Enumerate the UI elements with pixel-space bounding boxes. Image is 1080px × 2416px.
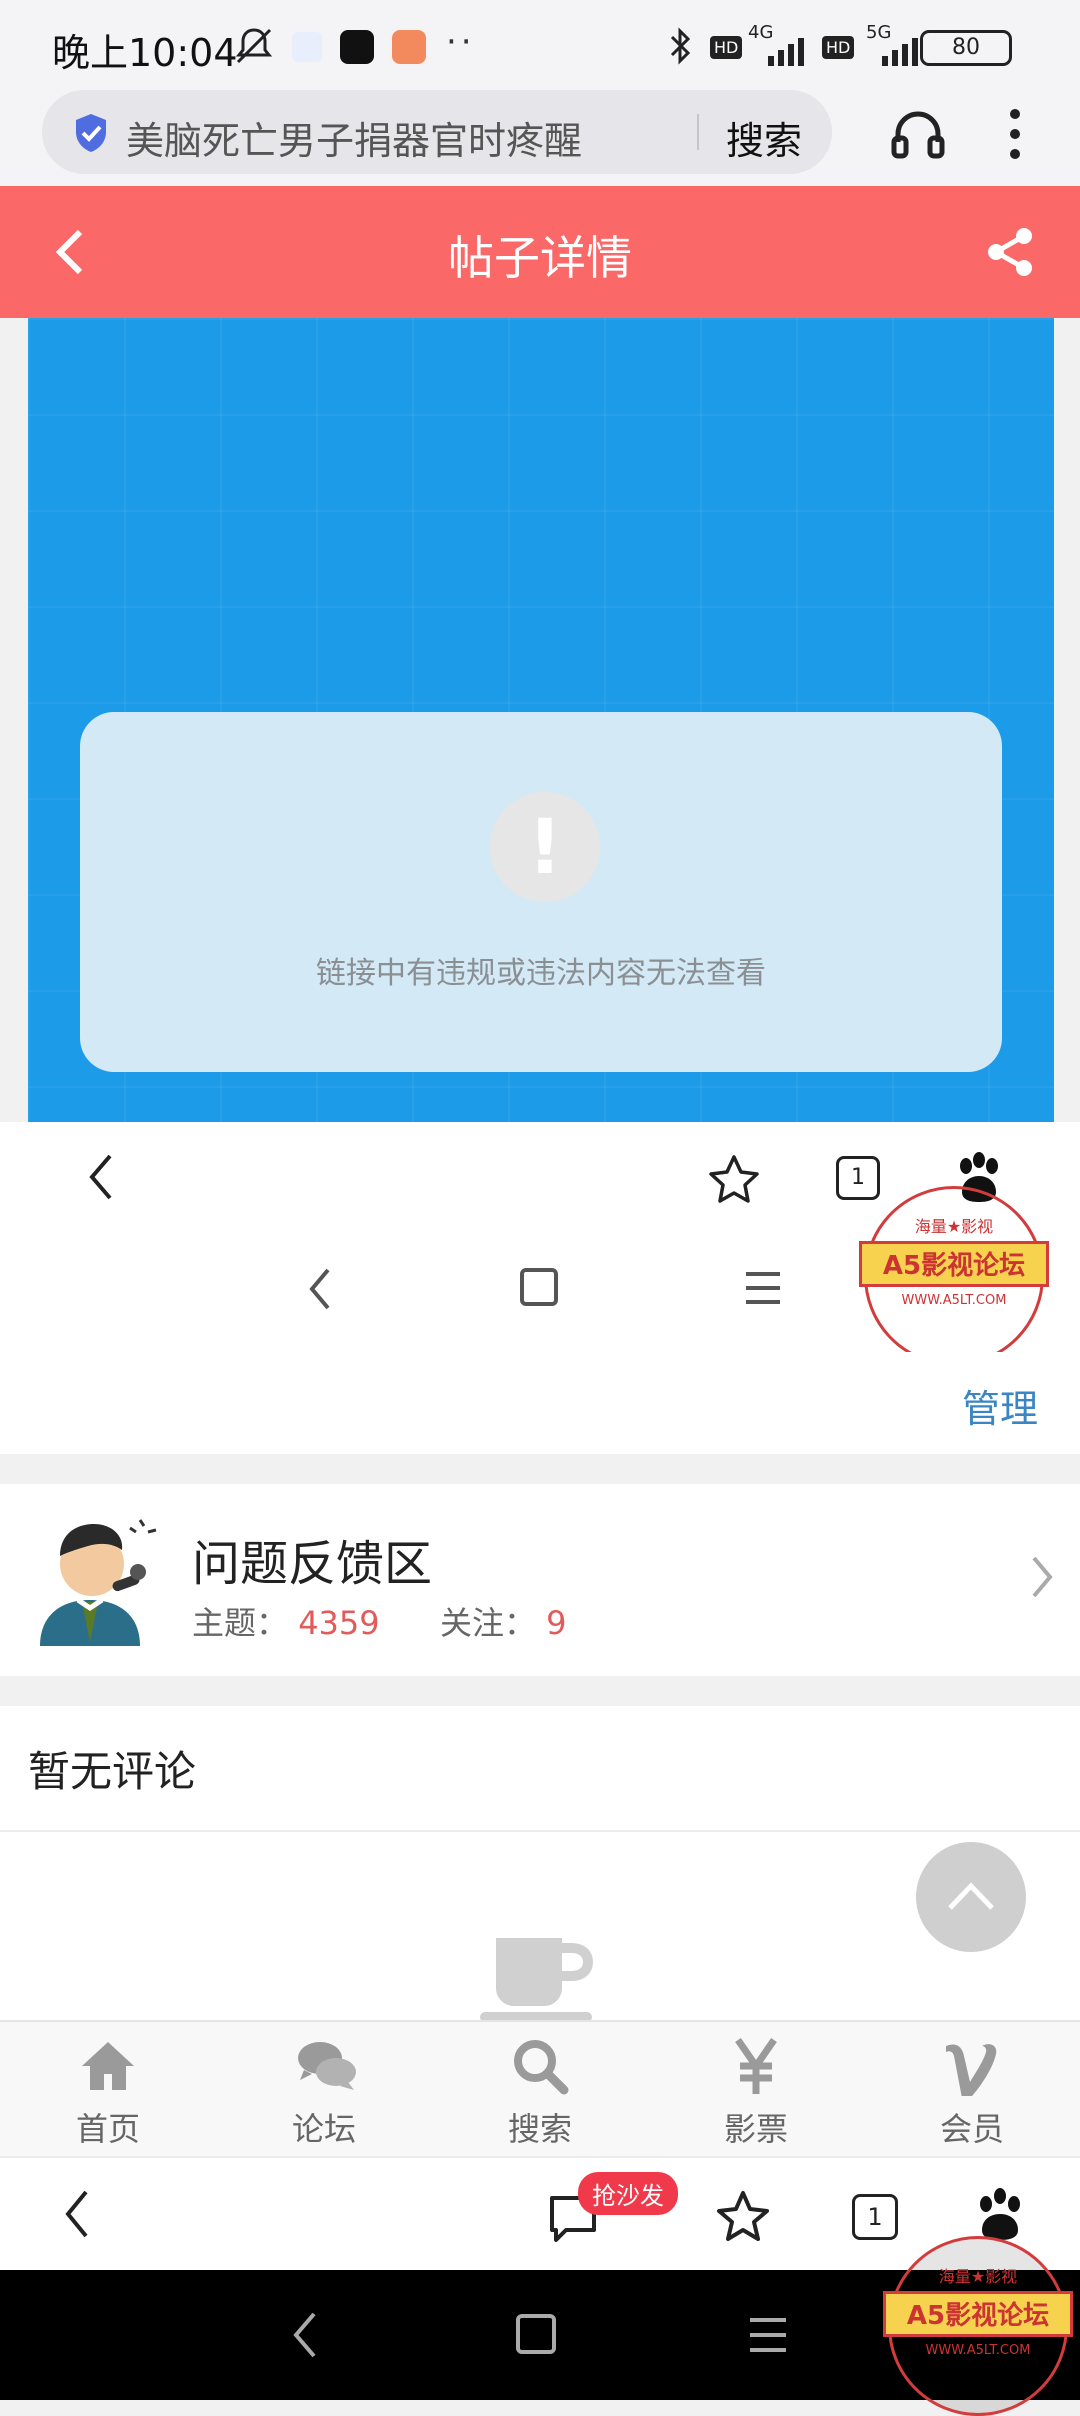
manage-bar: 管理: [0, 1352, 1080, 1454]
tab-label: 影票: [723, 2110, 788, 2148]
watermark-url: WWW.A5LT.COM: [925, 2343, 1031, 2358]
blocked-content-area: ! 链接中有违规或违法内容无法查看: [28, 318, 1054, 1122]
app-notification-icon: [292, 32, 322, 62]
tab-label: 会员: [939, 2110, 1004, 2148]
hd-badge: HD: [710, 36, 743, 59]
bottom-tab-bar: 首页 论坛 搜索 影票 会员: [0, 2020, 1080, 2156]
status-bar: 晚上10:04 ·· HD 4G HD 5G 80: [0, 0, 1080, 90]
share-icon[interactable]: [986, 226, 1034, 278]
status-time: 晚上10:04: [52, 31, 238, 75]
tiktok-notification-icon: [340, 30, 374, 64]
embedded-star-icon[interactable]: [708, 1154, 760, 1204]
forum-card[interactable]: 问题反馈区 主题： 4359 关注： 9: [0, 1484, 1080, 1676]
bookmark-star-icon[interactable]: [716, 2190, 770, 2242]
no-comments-label: 暂无评论: [28, 1747, 197, 1796]
search-button[interactable]: 搜索: [726, 110, 802, 165]
embedded-tab-count[interactable]: 1: [836, 1156, 880, 1200]
sofa-badge[interactable]: 抢沙发: [578, 2172, 678, 2215]
yen-icon: [726, 2036, 786, 2096]
watermark-logo-bottom: 海量★影视 A5影视论坛 WWW.A5LT.COM: [883, 2236, 1073, 2416]
page-header: 帖子详情: [0, 186, 1080, 318]
watermark-logo: 海量★影视 A5影视论坛 WWW.A5LT.COM: [859, 1186, 1049, 1366]
hd-badge-2: HD: [822, 36, 855, 59]
watermark-title: A5影视论坛: [859, 1241, 1049, 1287]
topics-label: 主题：: [192, 1604, 289, 1642]
forum-avatar: [30, 1510, 160, 1646]
system-home-icon[interactable]: [516, 2314, 556, 2354]
page-title: 帖子详情: [448, 231, 632, 285]
tab-vip[interactable]: 会员: [864, 2022, 1080, 2158]
search-box[interactable]: 美脑死亡男子捐器官时疼醒 搜索: [42, 90, 832, 174]
comments-divider: [0, 1830, 1080, 1832]
vip-icon: [942, 2036, 1002, 2096]
chevron-up-icon: [946, 1878, 996, 1912]
tab-home[interactable]: 首页: [0, 2022, 216, 2158]
browser-bar: 美脑死亡男子捐器官时疼醒 搜索: [0, 90, 1080, 186]
search-input[interactable]: 美脑死亡男子捐器官时疼醒: [126, 110, 582, 165]
topics-count: 4359: [298, 1604, 380, 1642]
scroll-to-top-button[interactable]: [916, 1842, 1026, 1952]
tab-tickets[interactable]: 影票: [648, 2022, 864, 2158]
browser-back-icon[interactable]: [62, 2188, 92, 2240]
app-notification-icon-2: [392, 30, 426, 64]
forum-icon: [294, 2036, 356, 2096]
signal-icon-1: [766, 34, 812, 66]
watermark-url: WWW.A5LT.COM: [901, 1293, 1007, 1308]
follow-label: 关注：: [439, 1604, 536, 1642]
tab-label: 搜索: [507, 2110, 572, 2148]
manage-link[interactable]: 管理: [962, 1378, 1038, 1433]
warning-icon: !: [490, 792, 600, 902]
mute-icon: [232, 24, 276, 68]
headphones-icon[interactable]: [888, 104, 948, 164]
more-menu-icon[interactable]: [1000, 104, 1030, 164]
battery-indicator: 80: [920, 30, 1012, 66]
comments-section: 暂无评论: [0, 1706, 1080, 2020]
watermark-top-text: 海量★影视: [914, 1217, 994, 1236]
tab-label: 论坛: [291, 2110, 356, 2148]
embedded-nav-back-icon: [304, 1266, 334, 1312]
browser-bottom-bar: 抢沙发 1: [0, 2156, 1080, 2270]
tab-search[interactable]: 搜索: [432, 2022, 648, 2158]
watermark-top-text: 海量★影视: [938, 2267, 1018, 2286]
baidu-icon[interactable]: [974, 2188, 1026, 2242]
bluetooth-icon: [668, 26, 694, 66]
embedded-nav-home-icon: [520, 1268, 558, 1306]
more-notifications-icon: ··: [446, 22, 476, 62]
system-back-icon[interactable]: [288, 2310, 320, 2360]
chevron-right-icon: [1030, 1554, 1056, 1600]
watermark-title: A5影视论坛: [883, 2291, 1073, 2337]
shield-icon: [72, 112, 110, 154]
follow-count: 9: [546, 1604, 567, 1642]
embedded-back-icon[interactable]: [86, 1152, 116, 1202]
tab-label: 首页: [75, 2110, 140, 2148]
forum-name: 问题反馈区: [192, 1536, 433, 1592]
blocked-message: 链接中有违规或违法内容无法查看: [316, 956, 766, 991]
search-divider: [697, 114, 699, 150]
embedded-nav-menu-icon: [744, 1270, 782, 1306]
coffee-cup-icon: [476, 1928, 600, 2020]
tab-forum[interactable]: 论坛: [216, 2022, 432, 2158]
blocked-notice-card: ! 链接中有违规或违法内容无法查看: [80, 712, 1002, 1072]
system-menu-icon[interactable]: [748, 2316, 788, 2354]
forum-stats: 主题： 4359 关注： 9: [192, 1598, 567, 1644]
tab-count-button[interactable]: 1: [852, 2194, 898, 2240]
home-icon: [78, 2036, 138, 2096]
search-icon: [510, 2036, 570, 2096]
